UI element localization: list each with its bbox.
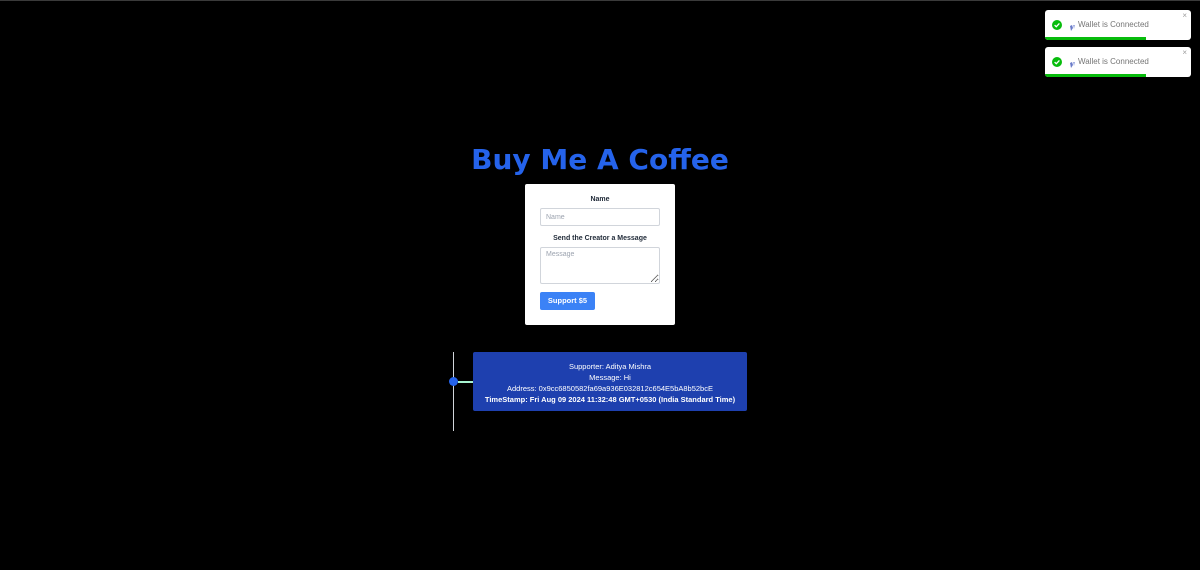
memo-timestamp: TimeStamp: Fri Aug 09 2024 11:32:48 GMT+… xyxy=(484,395,736,404)
wallet-fox-icon xyxy=(1068,20,1078,31)
message-label: Send the Creator a Message xyxy=(553,235,647,242)
memo-address: Address: 0x9cc6850582fa69a936E032812c654… xyxy=(506,384,713,393)
timeline-dot xyxy=(449,377,458,386)
name-input[interactable] xyxy=(540,208,660,226)
toast-wallet-connected[interactable]: Wallet is Connected × xyxy=(1045,10,1191,40)
toast-close-button[interactable]: × xyxy=(1182,49,1187,57)
message-textarea[interactable] xyxy=(540,247,660,284)
memo-message: Message: Hi xyxy=(589,373,631,382)
toast-message: Wallet is Connected xyxy=(1078,57,1149,66)
support-button[interactable]: Support $5 xyxy=(540,292,595,310)
memo-card: Supporter: Aditya Mishra Message: Hi Add… xyxy=(473,352,747,411)
toast-progress-bar xyxy=(1045,74,1146,77)
page-title: Buy Me A Coffee xyxy=(471,143,729,176)
name-label: Name xyxy=(590,196,610,203)
top-border xyxy=(0,0,1200,1)
success-check-icon xyxy=(1052,57,1062,67)
timeline-line xyxy=(453,352,454,431)
timeline-connector xyxy=(458,381,473,383)
toast-message: Wallet is Connected xyxy=(1078,20,1149,29)
toast-close-button[interactable]: × xyxy=(1182,12,1187,20)
toast-progress-bar xyxy=(1045,37,1146,40)
support-form-card: Name Send the Creator a Message Support … xyxy=(525,184,675,325)
memo-supporter: Supporter: Aditya Mishra xyxy=(568,362,652,371)
success-check-icon xyxy=(1052,20,1062,30)
wallet-fox-icon xyxy=(1068,57,1078,68)
toast-wallet-connected[interactable]: Wallet is Connected × xyxy=(1045,47,1191,77)
